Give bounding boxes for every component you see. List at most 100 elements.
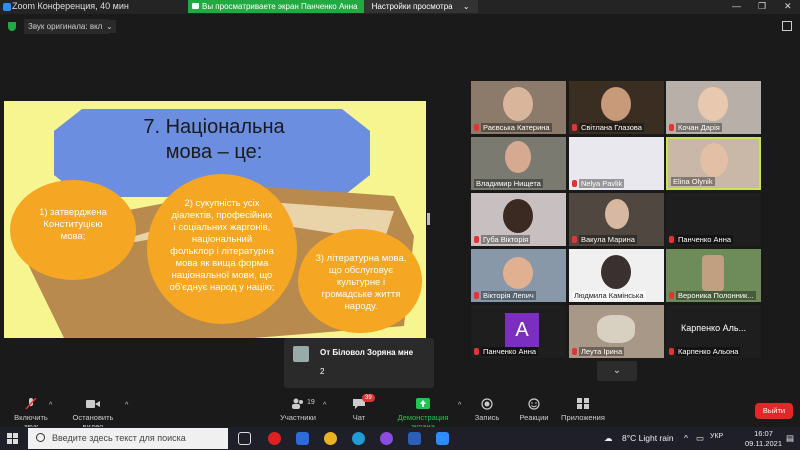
zoom-taskbar-icon[interactable] bbox=[436, 432, 449, 445]
opera-browser-icon[interactable] bbox=[268, 432, 281, 445]
clock-time: 16:07 bbox=[754, 429, 773, 438]
participants-options-caret[interactable]: ^ bbox=[323, 402, 326, 409]
participant-display-name: Карпенко Аль... bbox=[680, 323, 747, 333]
chat-notification[interactable]: От Біловол Зоряна мне 2 bbox=[284, 338, 434, 388]
participant-name: Карпенко Альона bbox=[676, 347, 741, 356]
point-3-text: 3) літературна мова, що обслуговує культ… bbox=[306, 253, 416, 313]
edge-browser-icon[interactable] bbox=[352, 432, 365, 445]
muted-mic-icon bbox=[669, 348, 674, 355]
chrome-browser-icon[interactable] bbox=[324, 432, 337, 445]
point-3-line: народу. bbox=[344, 301, 378, 312]
taskbar-clock[interactable]: 16:07 09.11.2021 bbox=[745, 429, 782, 449]
notifications-icon[interactable]: ▤ bbox=[786, 433, 794, 444]
video-tile[interactable]: Nelya Pavlik bbox=[569, 137, 664, 190]
viber-icon[interactable] bbox=[380, 432, 393, 445]
participant-video bbox=[505, 141, 531, 173]
point-2-line: національної мови, що bbox=[171, 270, 273, 281]
meeting-controls: Включить звук ^ Остановить видео ^ Участ… bbox=[0, 393, 800, 431]
muted-mic-icon bbox=[474, 292, 479, 299]
mic-muted-icon bbox=[25, 398, 37, 410]
record-icon bbox=[481, 398, 493, 410]
file-explorer-icon[interactable] bbox=[296, 432, 309, 445]
point-2-line: і соціальних жаргонів, bbox=[173, 222, 271, 233]
video-tile-active-speaker[interactable]: Elina Olynik bbox=[666, 137, 761, 190]
apps-button[interactable]: Приложения bbox=[560, 395, 606, 422]
task-view-icon[interactable] bbox=[238, 432, 251, 445]
restore-button[interactable]: ❐ bbox=[758, 1, 766, 12]
video-tile[interactable]: Губа Вікторія bbox=[471, 193, 566, 246]
video-tile[interactable]: Панченко Анна bbox=[666, 193, 761, 246]
participant-name: Губа Вікторія bbox=[481, 235, 531, 244]
video-tile[interactable]: Вакула Марина bbox=[569, 193, 664, 246]
share-screen-button[interactable]: Демонстрация экрана bbox=[386, 395, 460, 431]
original-sound-button[interactable]: Звук оригинала: вкл. bbox=[24, 19, 109, 34]
video-tile[interactable]: Леута Ірина bbox=[569, 305, 664, 358]
minimize-button[interactable]: — bbox=[732, 1, 741, 11]
participant-name: Владимир Нищета bbox=[474, 179, 543, 188]
point-3-line: культурне і bbox=[336, 277, 386, 288]
reactions-button[interactable]: Реакции bbox=[518, 395, 550, 422]
point-2-line: об'єднує народ у націю; bbox=[169, 282, 275, 293]
participant-video bbox=[503, 87, 533, 121]
participant-name: Леута Ірина bbox=[579, 347, 625, 356]
participant-video bbox=[503, 257, 533, 289]
smiley-icon bbox=[528, 398, 540, 410]
view-layout-icon[interactable] bbox=[782, 21, 792, 31]
search-placeholder: Введите здесь текст для поиска bbox=[52, 433, 186, 443]
word-icon[interactable] bbox=[408, 432, 421, 445]
clock-date: 09.11.2021 bbox=[745, 439, 782, 448]
point-2-line: мова як вища форма bbox=[175, 258, 269, 269]
video-tile[interactable]: Людмила Камінська bbox=[569, 249, 664, 302]
participant-video bbox=[601, 255, 631, 289]
video-tile[interactable]: Кочан Дарія bbox=[666, 81, 761, 134]
video-tile[interactable]: Раєвська Катерина bbox=[471, 81, 566, 134]
record-button[interactable]: Запись bbox=[474, 395, 500, 422]
participants-icon bbox=[292, 398, 303, 409]
participant-name: Світлана Глазова bbox=[579, 123, 644, 132]
record-label: Запись bbox=[474, 413, 500, 422]
apps-label: Приложения bbox=[561, 413, 605, 422]
point-3-line: 3) літературна мова, bbox=[315, 253, 407, 264]
video-tile[interactable]: Вероника Полонник... bbox=[666, 249, 761, 302]
language-indicator[interactable]: УКР bbox=[710, 433, 723, 440]
share-status: Вы просматриваете экран Панченко Анна bbox=[188, 0, 364, 13]
video-options-caret[interactable]: ^ bbox=[125, 402, 128, 409]
windows-start-icon[interactable] bbox=[7, 433, 18, 444]
unmute-button[interactable]: Включить звук bbox=[6, 395, 56, 431]
show-hidden-icons-button[interactable]: ^ bbox=[684, 433, 688, 443]
video-tile[interactable]: Владимир Нищета bbox=[471, 137, 566, 190]
video-tile[interactable]: Карпенко Аль... Карпенко Альона bbox=[666, 305, 761, 358]
video-tile[interactable]: A Панченко Анна bbox=[471, 305, 566, 358]
participant-name: Nelya Pavlik bbox=[579, 179, 625, 188]
chevron-down-icon[interactable]: ⌄ bbox=[103, 20, 116, 33]
taskbar-search-input[interactable]: Введите здесь текст для поиска bbox=[28, 428, 228, 449]
audio-options-caret[interactable]: ^ bbox=[49, 402, 52, 409]
leave-meeting-button[interactable]: Выйти bbox=[755, 403, 793, 419]
video-tile[interactable]: Світлана Глазова bbox=[569, 81, 664, 134]
share-options-caret[interactable]: ^ bbox=[458, 402, 461, 409]
search-icon bbox=[36, 433, 45, 442]
screen-share-banner: Вы просматриваете экран Панченко Анна На… bbox=[188, 0, 478, 13]
muted-mic-icon bbox=[669, 236, 674, 243]
stop-video-button[interactable]: Остановить видео bbox=[62, 395, 124, 431]
point-3-line: громадське життя bbox=[321, 289, 401, 300]
participant-video bbox=[698, 87, 728, 121]
sender-avatar bbox=[293, 346, 309, 362]
participant-video bbox=[503, 199, 533, 233]
panel-splitter-handle[interactable] bbox=[427, 213, 430, 225]
point-3-line: що обслуговує bbox=[328, 265, 394, 276]
network-icon[interactable]: ▭ bbox=[696, 433, 704, 444]
participant-name: Elina Olynik bbox=[671, 177, 715, 186]
weather-text[interactable]: 8°C Light rain bbox=[622, 433, 674, 443]
view-options-button[interactable]: Настройки просмотра ⌄ bbox=[363, 0, 478, 13]
gallery-next-page-button[interactable]: ⌄ bbox=[597, 361, 637, 381]
encryption-shield-icon[interactable] bbox=[8, 22, 16, 31]
video-tile[interactable]: Вікторія Лепич bbox=[471, 249, 566, 302]
close-button[interactable]: ✕ bbox=[784, 1, 792, 12]
weather-icon[interactable]: ☁ bbox=[604, 433, 613, 444]
chat-label: Чат bbox=[352, 413, 366, 422]
participant-name: Панченко Анна bbox=[481, 347, 539, 356]
screen-share-icon bbox=[192, 3, 199, 9]
point-2-line: національний bbox=[191, 234, 253, 245]
point-1-line: Конституцією bbox=[43, 219, 103, 230]
